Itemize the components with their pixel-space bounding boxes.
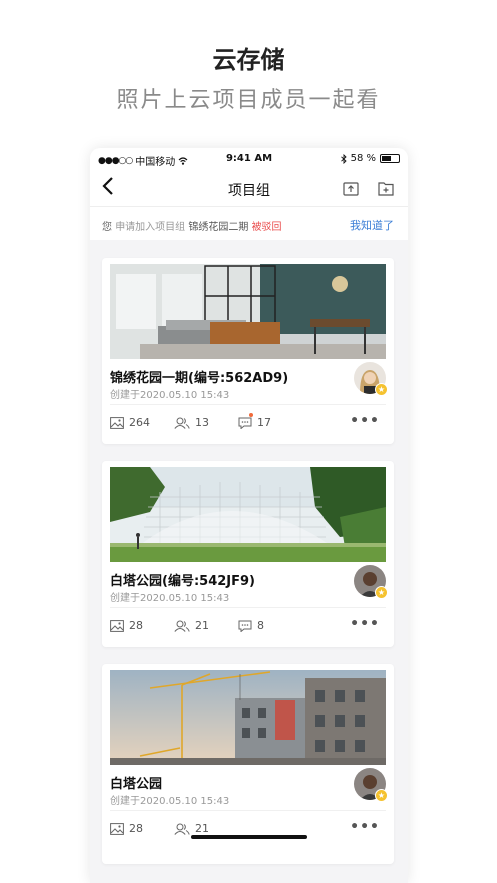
notice-project: 锦绣花园二期 xyxy=(188,222,249,233)
photo-icon xyxy=(110,619,124,632)
photo-icon xyxy=(110,822,124,835)
notice-status: 被驳回 xyxy=(251,222,282,233)
project-code: (编号:542JF9) xyxy=(162,574,255,589)
members-stat[interactable]: 21 xyxy=(174,822,238,835)
battery-icon xyxy=(380,154,400,163)
comments-count: 8 xyxy=(257,619,264,632)
photo-icon xyxy=(110,416,124,429)
notice-subject: 您 xyxy=(102,222,112,233)
project-stats: 28 21 8 xyxy=(110,619,302,632)
project-title: 白塔公园 xyxy=(110,773,162,792)
members-stat[interactable]: 13 xyxy=(174,416,238,429)
project-code: (编号:562AD9) xyxy=(188,371,289,386)
owner-avatar[interactable]: ★ xyxy=(354,565,388,599)
divider xyxy=(110,810,386,811)
project-card[interactable]: 白塔公园(编号:542JF9) 创建于2020.05.10 15:43 ★ 28… xyxy=(102,461,394,647)
more-button[interactable]: ••• xyxy=(350,819,380,835)
nav-bar: 项目组 xyxy=(90,170,408,206)
project-card[interactable]: 白塔公园 创建于2020.05.10 15:43 ★ 28 21 ••• xyxy=(102,664,394,864)
photos-count: 28 xyxy=(129,822,143,835)
photos-count: 264 xyxy=(129,416,150,429)
page-title: 项目组 xyxy=(228,183,270,199)
owner-badge-icon: ★ xyxy=(375,789,388,802)
unread-dot xyxy=(249,413,253,417)
members-count: 21 xyxy=(195,619,209,632)
bluetooth-icon xyxy=(340,153,347,164)
project-created-date: 创建于2020.05.10 15:43 xyxy=(110,796,230,807)
notice-action: 申请加入项目组 xyxy=(115,222,186,233)
photos-count: 28 xyxy=(129,619,143,632)
upload-button[interactable] xyxy=(342,179,360,197)
project-stats: 28 21 xyxy=(110,822,238,835)
project-card[interactable]: 锦绣花园一期(编号:562AD9) 创建于2020.05.10 15:43 ★ xyxy=(102,258,394,444)
add-folder-icon xyxy=(378,182,394,196)
photos-stat[interactable]: 28 xyxy=(110,619,174,632)
project-cover-image[interactable] xyxy=(110,467,386,562)
project-name: 锦绣花园一期 xyxy=(110,371,189,386)
more-button[interactable]: ••• xyxy=(350,616,380,632)
members-count: 13 xyxy=(195,416,209,429)
members-icon xyxy=(174,823,190,835)
owner-avatar[interactable]: ★ xyxy=(354,362,388,396)
comment-icon xyxy=(238,417,252,429)
photos-stat[interactable]: 264 xyxy=(110,416,174,429)
divider xyxy=(110,607,386,608)
notice-bar: 您 申请加入项目组 锦绣花园二期 被驳回 我知道了 xyxy=(90,206,408,240)
project-stats: 264 13 17 xyxy=(110,413,302,429)
project-created-date: 创建于2020.05.10 15:43 xyxy=(110,593,230,604)
project-title: 白塔公园(编号:542JF9) xyxy=(110,570,255,589)
owner-avatar[interactable]: ★ xyxy=(354,768,388,802)
members-icon xyxy=(174,417,190,429)
project-title: 锦绣花园一期(编号:562AD9) xyxy=(110,367,288,386)
comments-stat[interactable]: 8 xyxy=(238,619,302,632)
project-name: 白塔公园 xyxy=(110,777,163,792)
project-name: 白塔公园 xyxy=(110,574,163,589)
acknowledge-button[interactable]: 我知道了 xyxy=(350,217,394,233)
upload-icon xyxy=(343,182,359,196)
owner-badge-icon: ★ xyxy=(375,586,388,599)
project-cover-image[interactable] xyxy=(110,670,386,765)
divider xyxy=(110,404,386,405)
members-stat[interactable]: 21 xyxy=(174,619,238,632)
notice-message: 您 申请加入项目组 锦绣花园二期 被驳回 xyxy=(102,218,282,233)
more-button[interactable]: ••• xyxy=(350,413,380,429)
owner-badge-icon: ★ xyxy=(375,383,388,396)
members-icon xyxy=(174,620,190,632)
battery-percent: 58 % xyxy=(350,153,376,164)
project-cover-image[interactable] xyxy=(110,264,386,359)
hero-title: 云存储 xyxy=(212,46,285,74)
project-created-date: 创建于2020.05.10 15:43 xyxy=(110,390,230,401)
phone-frame: ●●●○○ 中国移动 9:41 AM 58 % 项目组 您 申请加入项目组 锦绣… xyxy=(90,148,408,883)
comments-count: 17 xyxy=(257,416,271,429)
comments-stat[interactable]: 17 xyxy=(238,413,302,429)
members-count: 21 xyxy=(195,822,209,835)
comment-icon xyxy=(238,620,252,632)
add-folder-button[interactable] xyxy=(377,179,395,197)
hero-subtitle: 照片上云项目成员一起看 xyxy=(116,88,381,113)
status-bar: ●●●○○ 中国移动 9:41 AM 58 % xyxy=(90,148,408,170)
home-indicator[interactable] xyxy=(191,835,307,839)
photos-stat[interactable]: 28 xyxy=(110,822,174,835)
